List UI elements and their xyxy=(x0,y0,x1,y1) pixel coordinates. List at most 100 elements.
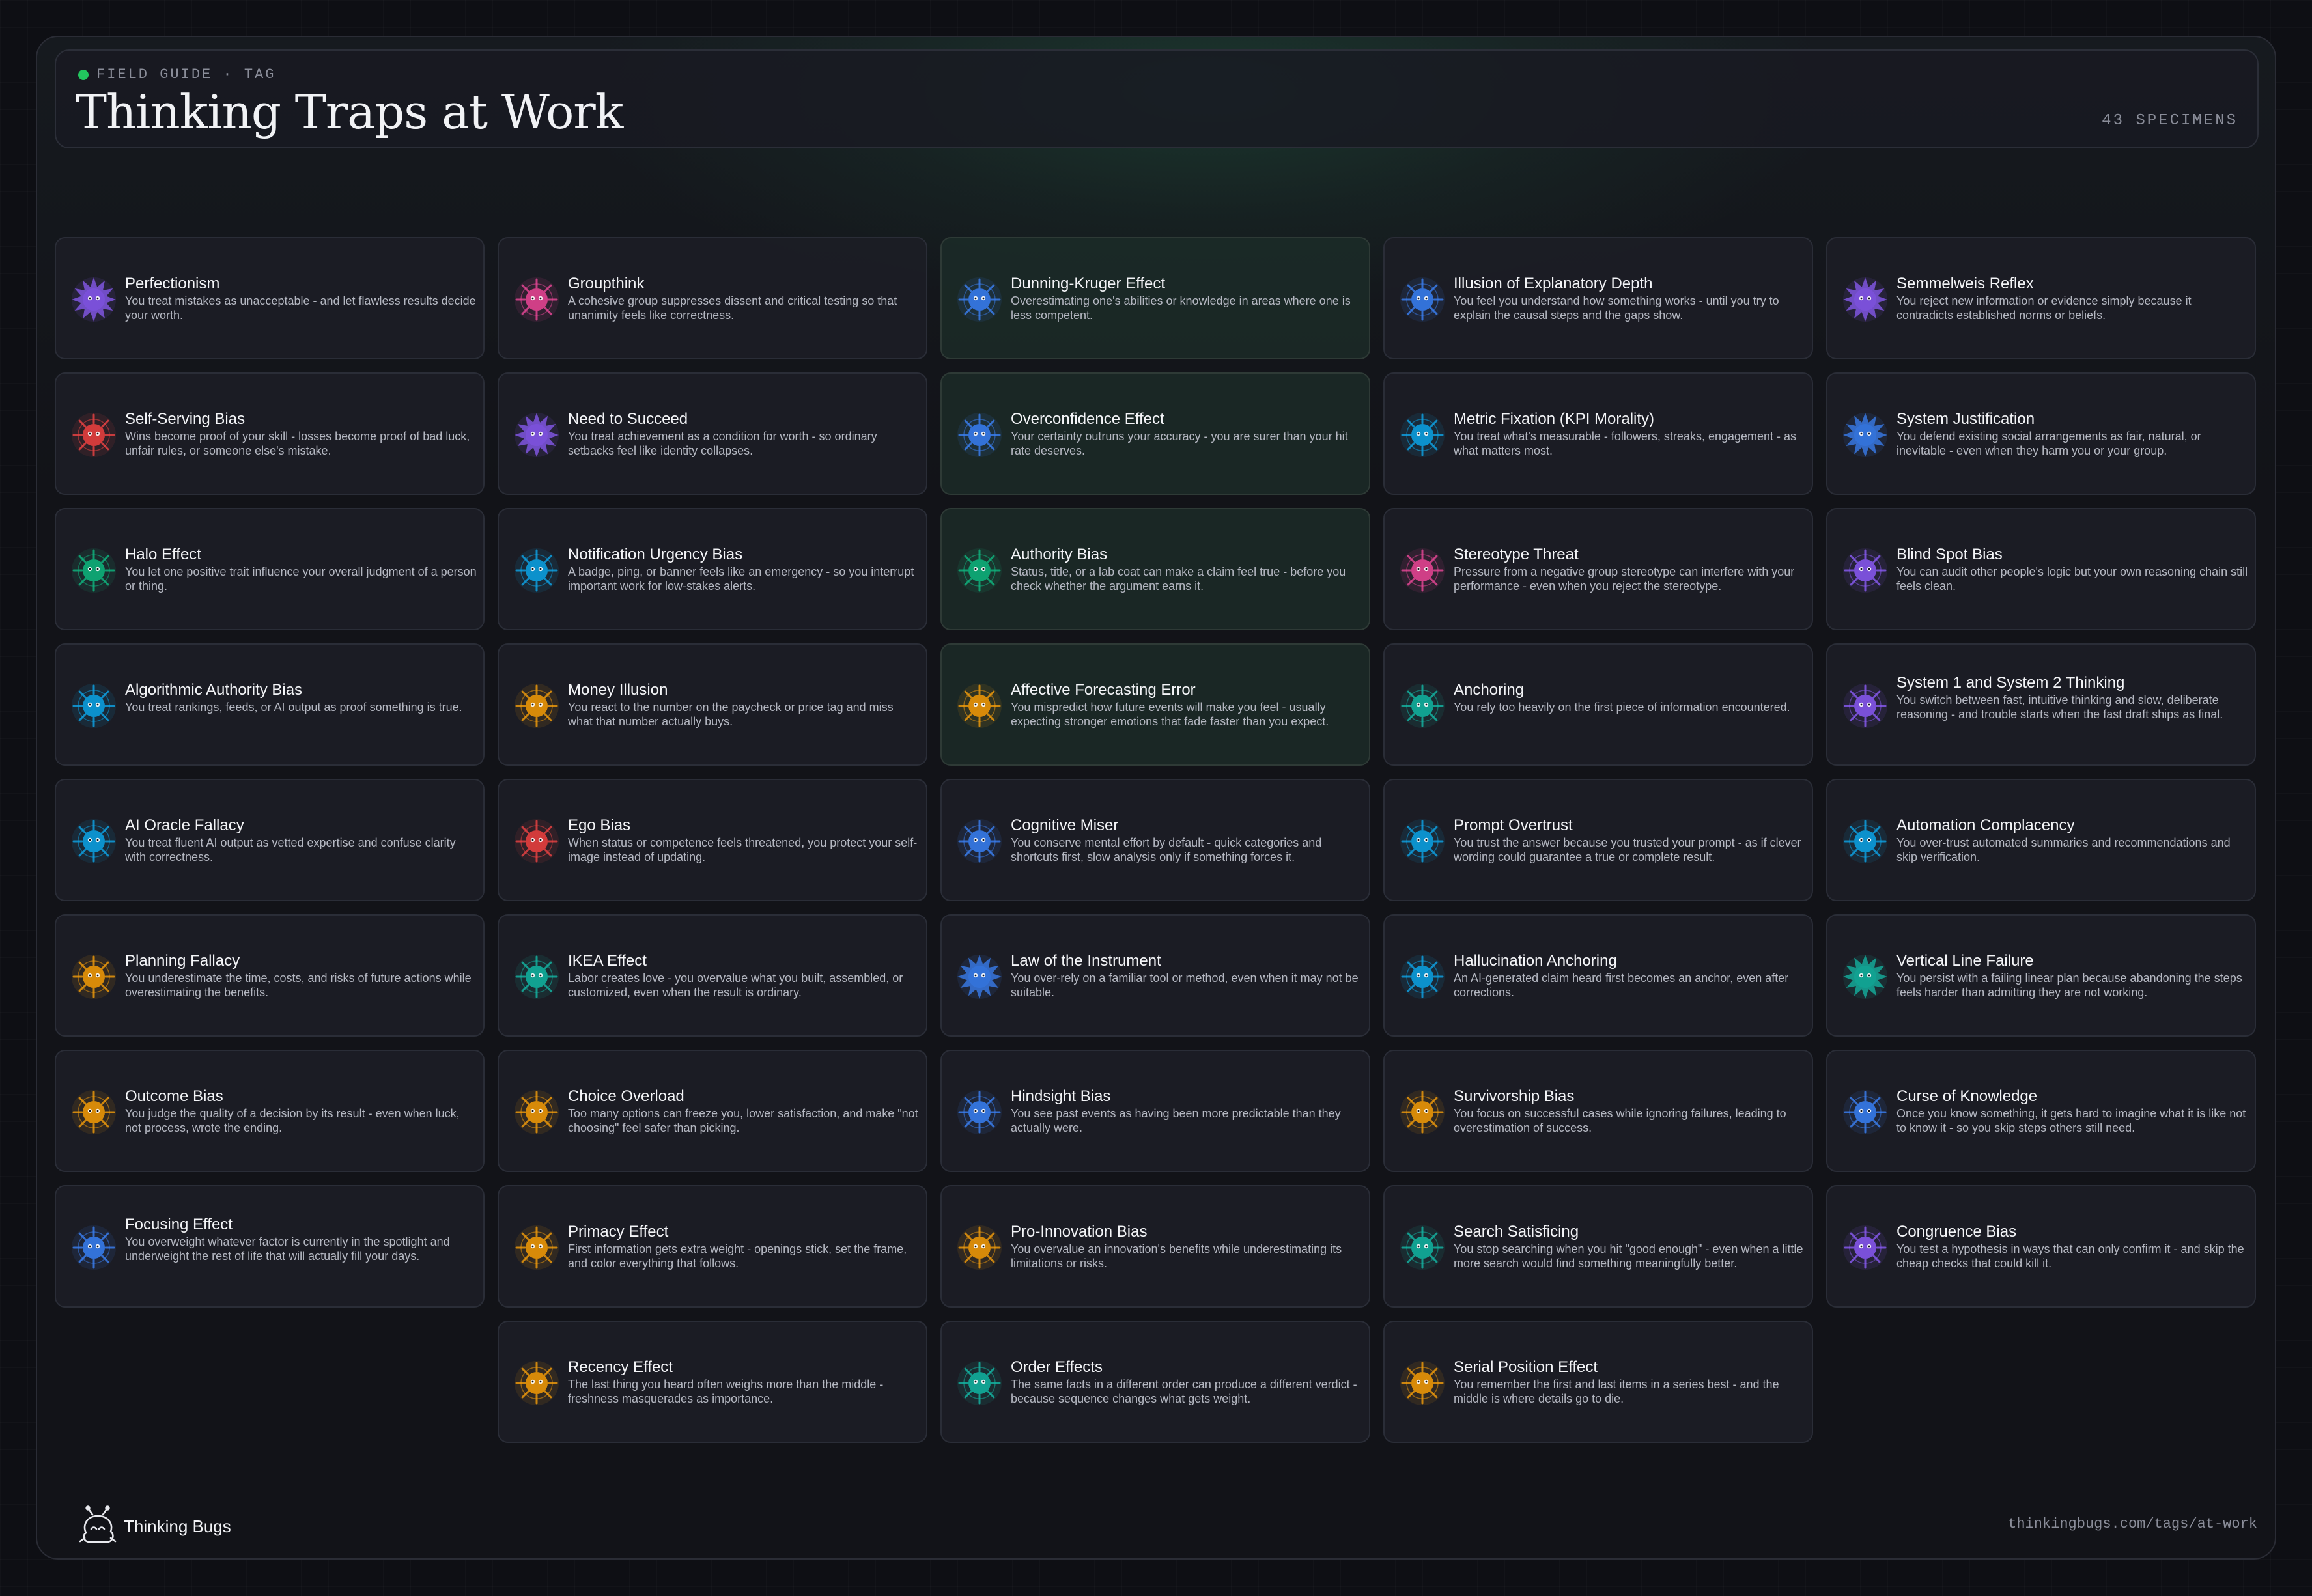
round-bug-icon xyxy=(1840,1087,1890,1137)
round-bug-icon xyxy=(69,681,119,731)
trap-card[interactable]: AI Oracle Fallacy You treat fluent AI out… xyxy=(55,779,485,901)
card-description: The last thing you heard often weighs mo… xyxy=(568,1378,884,1405)
trap-card[interactable]: System 1 and System 2 Thinking You switch… xyxy=(1826,643,2256,766)
trap-card[interactable]: Need to Succeed You treat achievement as … xyxy=(498,372,927,495)
trap-card[interactable]: Overconfidence Effect Your certainty outr… xyxy=(940,372,1370,495)
round-bug-icon xyxy=(1398,546,1447,595)
trap-card[interactable]: Notification Urgency Bias A badge, ping, … xyxy=(498,508,927,630)
card-description: Pressure from a negative group stereotyp… xyxy=(1454,565,1795,593)
card-title: Choice Overload xyxy=(568,1087,684,1105)
card-title: Planning Fallacy xyxy=(125,952,240,970)
round-bug-icon xyxy=(512,1358,561,1408)
card-title: Congruence Bias xyxy=(1896,1223,2017,1240)
trap-card[interactable]: Halo Effect You let one positive trait in… xyxy=(55,508,485,630)
card-description: Wins become proof of your skill - losses… xyxy=(125,430,470,457)
card-title: Order Effects xyxy=(1011,1358,1103,1376)
trap-card[interactable]: Automation Complacency You over-trust aut… xyxy=(1826,779,2256,901)
trap-card[interactable]: Hindsight Bias You see past events as hav… xyxy=(940,1050,1370,1172)
trap-card[interactable]: Law of the Instrument You over-rely on a … xyxy=(940,914,1370,1037)
card-description: You let one positive trait influence you… xyxy=(125,565,477,593)
card-title: Self-Serving Bias xyxy=(125,410,246,428)
spiky-bug-icon xyxy=(1840,952,1890,1001)
card-description: When status or competence feels threaten… xyxy=(568,836,918,863)
trap-card[interactable]: Metric Fixation (KPI Morality) You treat … xyxy=(1383,372,1813,495)
trap-card[interactable]: Cognitive Miser You conserve mental effor… xyxy=(940,779,1370,901)
trap-card[interactable]: Algorithmic Authority Bias You treat rank… xyxy=(55,643,485,766)
card-title: Anchoring xyxy=(1454,681,1525,699)
card-description: You mispredict how future events will ma… xyxy=(1011,701,1329,728)
card-title: Automation Complacency xyxy=(1896,817,2075,834)
trap-card[interactable]: Self-Serving Bias Wins become proof of yo… xyxy=(55,372,485,495)
card-title: Authority Bias xyxy=(1011,546,1108,563)
trap-card[interactable]: Outcome Bias You judge the quality of a d… xyxy=(55,1050,485,1172)
bug-outline-logo-icon xyxy=(79,1505,117,1543)
card-description: First information gets extra weight - op… xyxy=(568,1242,907,1270)
card-description: You treat achievement as a condition for… xyxy=(568,430,877,457)
card-description: You rely too heavily on the first piece … xyxy=(1454,701,1790,714)
trap-card[interactable]: Curse of Knowledge Once you know somethin… xyxy=(1826,1050,2256,1172)
trap-card[interactable]: Planning Fallacy You underestimate the ti… xyxy=(55,914,485,1037)
trap-card[interactable]: Blind Spot Bias You can audit other peopl… xyxy=(1826,508,2256,630)
card-description: You react to the number on the paycheck … xyxy=(568,701,894,728)
round-bug-icon xyxy=(955,817,1004,866)
trap-card[interactable]: Serial Position Effect You remember the f… xyxy=(1383,1321,1813,1443)
trap-card[interactable]: Stereotype Threat Pressure from a negativ… xyxy=(1383,508,1813,630)
round-bug-icon xyxy=(1398,1223,1447,1272)
trap-card[interactable]: Order Effects The same facts in a differe… xyxy=(940,1321,1370,1443)
trap-card[interactable]: Primacy Effect First information gets ext… xyxy=(498,1185,927,1308)
round-bug-icon xyxy=(955,1087,1004,1137)
trap-card[interactable]: Vertical Line Failure You persist with a … xyxy=(1826,914,2256,1037)
card-title: System 1 and System 2 Thinking xyxy=(1896,674,2125,692)
round-bug-icon xyxy=(955,681,1004,731)
round-bug-icon xyxy=(1398,1087,1447,1137)
trap-card[interactable]: Hallucination Anchoring An AI-generated c… xyxy=(1383,914,1813,1037)
page-header: FIELD GUIDE · TAG Thinking Traps at Work… xyxy=(55,49,2259,148)
trap-card[interactable]: Ego Bias When status or competence feels … xyxy=(498,779,927,901)
card-title: Stereotype Threat xyxy=(1454,546,1579,563)
card-description: Once you know something, it gets hard to… xyxy=(1896,1107,2246,1134)
trap-card[interactable]: Focusing Effect You overweight whatever f… xyxy=(55,1185,485,1308)
card-description: You over-rely on a familiar tool or meth… xyxy=(1011,972,1359,999)
card-title: Cognitive Miser xyxy=(1011,817,1119,834)
card-description: You treat rankings, feeds, or AI output … xyxy=(125,701,462,714)
trap-card[interactable]: Dunning-Kruger Effect Overestimating one'… xyxy=(940,237,1370,359)
trap-card[interactable]: Pro-Innovation Bias You overvalue an inno… xyxy=(940,1185,1370,1308)
trap-card[interactable]: Search Satisficing You stop searching whe… xyxy=(1383,1185,1813,1308)
trap-card[interactable]: Congruence Bias You test a hypothesis in … xyxy=(1826,1185,2256,1308)
card-description: You judge the quality of a decision by i… xyxy=(125,1107,460,1134)
trap-card[interactable]: Recency Effect The last thing you heard o… xyxy=(498,1321,927,1443)
spiky-bug-icon xyxy=(1840,410,1890,460)
card-description: The same facts in a different order can … xyxy=(1011,1378,1357,1405)
card-title: AI Oracle Fallacy xyxy=(125,817,244,834)
card-description: Your certainty outruns your accuracy - y… xyxy=(1011,430,1348,457)
footer-url[interactable]: thinkingbugs.com/tags/at-work xyxy=(2008,1516,2257,1532)
card-title: Money Illusion xyxy=(568,681,668,699)
card-title: Law of the Instrument xyxy=(1011,952,1161,970)
round-bug-icon xyxy=(69,546,119,595)
card-title: Dunning-Kruger Effect xyxy=(1011,275,1166,292)
trap-card[interactable]: Illusion of Explanatory Depth You feel yo… xyxy=(1383,237,1813,359)
card-title: Vertical Line Failure xyxy=(1896,952,2034,970)
trap-card[interactable]: IKEA Effect Labor creates love - you over… xyxy=(498,914,927,1037)
trap-card[interactable]: Groupthink A cohesive group suppresses di… xyxy=(498,237,927,359)
trap-card[interactable]: Money Illusion You react to the number on… xyxy=(498,643,927,766)
card-title: Groupthink xyxy=(568,275,645,292)
footer-brand[interactable]: Thinking Bugs xyxy=(78,1505,231,1547)
round-bug-icon xyxy=(1840,1223,1890,1272)
card-title: Metric Fixation (KPI Morality) xyxy=(1454,410,1655,428)
card-title: Serial Position Effect xyxy=(1454,1358,1598,1376)
trap-card[interactable]: Affective Forecasting Error You mispredic… xyxy=(940,643,1370,766)
card-description: A cohesive group suppresses dissent and … xyxy=(568,294,897,322)
trap-card[interactable]: Choice Overload Too many options can free… xyxy=(498,1050,927,1172)
round-bug-icon xyxy=(512,546,561,595)
trap-card[interactable]: Survivorship Bias You focus on successful… xyxy=(1383,1050,1813,1172)
card-description: You trust the answer because you trusted… xyxy=(1454,836,1801,863)
trap-card[interactable]: Prompt Overtrust You trust the answer bec… xyxy=(1383,779,1813,901)
card-title: Algorithmic Authority Bias xyxy=(125,681,303,699)
trap-card[interactable]: Perfectionism You treat mistakes as unacc… xyxy=(55,237,485,359)
card-title: Illusion of Explanatory Depth xyxy=(1454,275,1653,292)
trap-card[interactable]: Authority Bias Status, title, or a lab co… xyxy=(940,508,1370,630)
trap-card[interactable]: Semmelweis Reflex You reject new informat… xyxy=(1826,237,2256,359)
trap-card[interactable]: Anchoring You rely too heavily on the fir… xyxy=(1383,643,1813,766)
trap-card[interactable]: System Justification You defend existing … xyxy=(1826,372,2256,495)
